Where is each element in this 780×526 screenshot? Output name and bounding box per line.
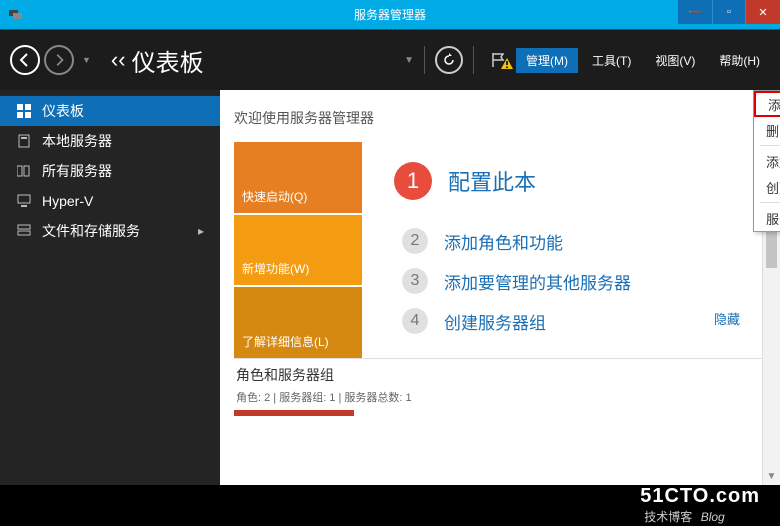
page-title-text: 仪表板 [132, 43, 204, 78]
window-title: 服务器管理器 [0, 6, 780, 23]
menu-help[interactable]: 帮助(H) [709, 48, 770, 73]
red-tile-header [234, 410, 354, 416]
warning-icon [500, 57, 514, 76]
sidebar-item-label: Hyper-V [42, 193, 93, 209]
footer-bar: 51CTO.com 技术博客 Blog [0, 485, 780, 525]
sidebar-item-local-server[interactable]: 本地服务器 [0, 126, 220, 156]
sidebar-item-hyperv[interactable]: Hyper-V [0, 186, 220, 216]
sidebar-item-label: 本地服务器 [42, 131, 112, 151]
page-title: ‹‹ 仪表板 [111, 43, 204, 78]
hyperv-icon [16, 193, 32, 209]
logo-main-text: 51CTO.com [640, 485, 760, 507]
manage-dropdown-menu: 添加角色和功能 ↖ 删除角色和功能 添加服务器 创建服务器组 服务器管理器属性 [753, 90, 780, 232]
welcome-heading: 欢迎使用服务器管理器 [234, 108, 780, 128]
menu-manage[interactable]: 管理(M) [516, 48, 578, 73]
menu-item-label: 添加角色和功能 [768, 95, 780, 114]
close-button[interactable]: ✕ [746, 0, 780, 24]
hide-link[interactable]: 隐藏 [714, 309, 740, 328]
minimize-button[interactable]: ➖ [678, 0, 712, 24]
groups-heading: 角色和服务器组 [236, 365, 764, 385]
logo-sub-text: 技术博客 [644, 508, 692, 525]
step-3-link[interactable]: 添加要管理的其他服务器 [444, 269, 631, 294]
maximize-button[interactable]: ▫ [712, 0, 746, 24]
sidebar-item-label: 文件和存储服务 [42, 221, 140, 241]
logo-badge-text: Blog [701, 510, 725, 524]
step-1-number: 1 [394, 162, 432, 200]
step-2-number: 2 [402, 228, 428, 254]
menu-separator [760, 145, 780, 146]
servers-icon [16, 163, 32, 179]
menu-add-roles-features[interactable]: 添加角色和功能 ↖ [754, 91, 780, 117]
menu-remove-roles-features[interactable]: 删除角色和功能 [754, 117, 780, 143]
tile-learnmore[interactable]: 了解详细信息(L) [234, 287, 362, 358]
sidebar-item-dashboard[interactable]: 仪表板 [0, 96, 220, 126]
nav-back-button[interactable] [10, 45, 40, 75]
server-icon [16, 133, 32, 149]
scroll-down-arrow[interactable]: ▼ [763, 467, 780, 485]
sidebar-item-label: 仪表板 [42, 101, 84, 121]
sidebar-item-label: 所有服务器 [42, 161, 112, 181]
step-3-number: 3 [402, 268, 428, 294]
step-4-number: 4 [402, 308, 428, 334]
app-icon [8, 6, 24, 22]
expand-icon[interactable]: ▸ [198, 224, 204, 238]
notifications-button[interactable] [484, 46, 512, 74]
storage-icon [16, 223, 32, 239]
step-2-link[interactable]: 添加角色和功能 [444, 229, 563, 254]
menu-server-manager-properties[interactable]: 服务器管理器属性 [754, 205, 780, 231]
tile-label: 了解详细信息(L) [242, 333, 329, 350]
step-1-link[interactable]: 配置此本 [448, 165, 536, 197]
menu-separator [760, 202, 780, 203]
dashboard-icon [16, 103, 32, 119]
groups-subheading: 角色: 2 | 服务器组: 1 | 服务器总数: 1 [236, 389, 764, 405]
menu-create-server-group[interactable]: 创建服务器组 [754, 174, 780, 200]
separator [473, 46, 474, 74]
nav-history-caret[interactable]: ▼ [82, 55, 91, 65]
menu-tools[interactable]: 工具(T) [582, 48, 641, 73]
header-bar: ▼ ‹‹ 仪表板 ▼ 管理(M) 工具(T) 视图(V) 帮助(H) [0, 30, 780, 90]
dash-dropdown-caret[interactable]: ▼ [404, 55, 414, 66]
sidebar-item-file-storage[interactable]: 文件和存储服务 ▸ [0, 216, 220, 246]
tile-label: 快速启动(Q) [242, 188, 307, 205]
step-4-link[interactable]: 创建服务器组 [444, 309, 546, 334]
menu-add-server[interactable]: 添加服务器 [754, 148, 780, 174]
separator [424, 46, 425, 74]
tile-label: 新增功能(W) [242, 260, 309, 277]
sidebar: 仪表板 本地服务器 所有服务器 Hyper-V 文件和存储服务 ▸ [0, 90, 220, 485]
refresh-button[interactable] [435, 46, 463, 74]
nav-forward-button[interactable] [44, 45, 74, 75]
tile-quickstart[interactable]: 快速启动(Q) [234, 142, 362, 213]
sidebar-item-all-servers[interactable]: 所有服务器 [0, 156, 220, 186]
tile-whatsnew[interactable]: 新增功能(W) [234, 215, 362, 286]
main-content: 欢迎使用服务器管理器 快速启动(Q) 新增功能(W) 了解详细信息(L) 1 配… [220, 90, 780, 485]
menu-view[interactable]: 视图(V) [645, 48, 705, 73]
window-titlebar: 服务器管理器 ➖ ▫ ✕ [0, 0, 780, 30]
watermark-logo: 51CTO.com 技术博客 Blog [640, 485, 760, 526]
chevron-left-icon: ‹‹ [111, 47, 126, 73]
